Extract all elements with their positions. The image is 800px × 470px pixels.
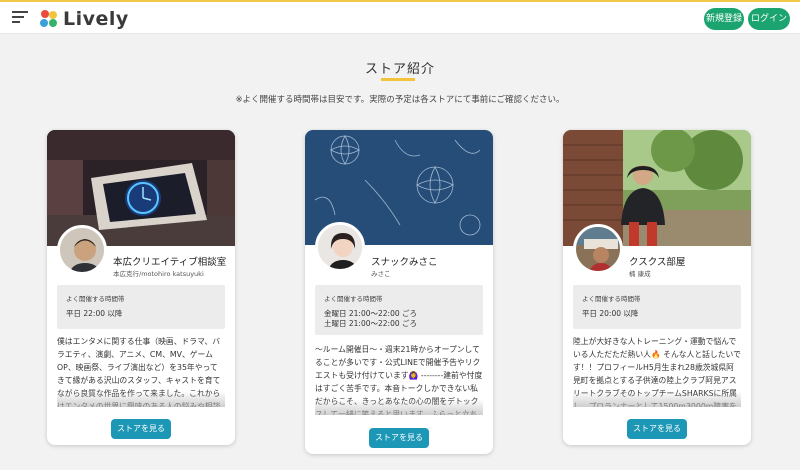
store-owner-name: 楠 康成 (629, 270, 651, 278)
hours-value: 土曜日 21:00～22:00 ごろ (324, 319, 417, 328)
view-store-button[interactable]: ストアを見る (111, 419, 171, 439)
store-name[interactable]: クスクス部屋 (629, 254, 685, 268)
logo-mark-icon (40, 10, 57, 27)
lively-logo[interactable]: Lively (38, 7, 129, 31)
store-owner-name: 本広克行/motohiro katsuyuki (113, 270, 204, 278)
store-owner-avatar (573, 224, 623, 274)
hours-value: 金曜日 21:00～22:00 ごろ (324, 309, 417, 318)
store-owner-avatar (315, 222, 365, 272)
description-fade (57, 391, 225, 407)
store-description: 僕はエンタメに関する仕事（映画、ドラマ、バラエティ、演劇、アニメ、CM、MV、ゲ… (57, 335, 225, 407)
schedule-notice: ※よく開催する時間帯は目安です。実際の予定は各ストアにて事前にご確認ください。 (235, 95, 565, 105)
store-owner-avatar (57, 225, 107, 275)
store-description: 陸上が大好きな人トレーニング・運動で悩んでいる人ただただ熱い人🔥 そんな人と話し… (573, 335, 741, 407)
login-button[interactable]: ログイン (748, 8, 790, 30)
register-button[interactable]: 新規登録 (704, 8, 744, 30)
hours-value: 平日 20:00 以降 (582, 309, 639, 318)
view-store-button[interactable]: ストアを見る (369, 428, 429, 448)
description-fade (573, 391, 741, 407)
store-card: スナックみさこ みさこ よく開催する時間帯 金曜日 21:00～22:00 ごろ… (305, 130, 493, 454)
store-name[interactable]: スナックみさこ (371, 254, 438, 268)
store-owner-name: みさこ (371, 270, 391, 278)
hours-value: 平日 22:00 以降 (66, 309, 123, 318)
logo-text: Lively (63, 8, 129, 30)
store-description: 〜ルーム開催日〜・週末21時からオープンしてることが多いです・公式LINEで開催… (315, 343, 483, 415)
store-name[interactable]: 本広クリエイティブ相談室 (113, 254, 226, 268)
view-store-button[interactable]: ストアを見る (627, 419, 687, 439)
page-title: ストア紹介 (364, 62, 435, 77)
menu-icon[interactable] (12, 11, 28, 25)
title-underline (381, 78, 415, 81)
store-card: クスクス部屋 楠 康成 よく開催する時間帯 平日 20:00 以降 陸上が大好き… (563, 130, 751, 445)
hours-box: よく開催する時間帯 平日 22:00 以降 (57, 285, 225, 329)
hours-box: よく開催する時間帯 平日 20:00 以降 (573, 285, 741, 329)
top-header: Lively 新規登録 ログイン (0, 0, 800, 34)
hours-label: よく開催する時間帯 (66, 295, 125, 303)
hours-box: よく開催する時間帯 金曜日 21:00～22:00 ごろ 土曜日 21:00～2… (315, 285, 483, 335)
hours-label: よく開催する時間帯 (324, 295, 383, 303)
store-card: 本広クリエイティブ相談室 本広克行/motohiro katsuyuki よく開… (47, 130, 235, 445)
description-fade (315, 399, 483, 415)
hours-label: よく開催する時間帯 (582, 295, 641, 303)
